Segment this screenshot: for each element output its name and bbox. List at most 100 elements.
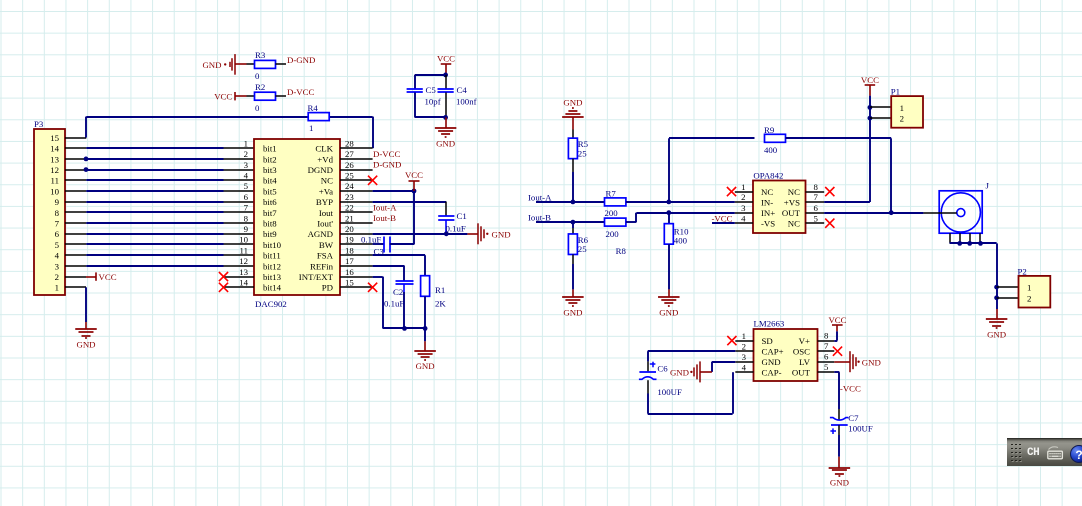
svg-text:P2: P2 xyxy=(1018,266,1027,276)
svg-text:8: 8 xyxy=(824,330,829,340)
svg-text:OUT: OUT xyxy=(782,208,801,218)
svg-text:NC: NC xyxy=(321,176,333,186)
svg-text:R1: R1 xyxy=(435,285,445,295)
svg-text:2K: 2K xyxy=(435,299,446,309)
svg-text:GND: GND xyxy=(659,307,678,317)
svg-text:C6: C6 xyxy=(657,363,668,373)
svg-text:D-GND: D-GND xyxy=(373,160,401,170)
svg-text:26: 26 xyxy=(345,160,354,170)
svg-text:DGND: DGND xyxy=(308,165,333,175)
svg-text:GND: GND xyxy=(563,97,582,107)
svg-text:-VCC: -VCC xyxy=(840,384,861,394)
svg-text:19: 19 xyxy=(345,235,354,245)
svg-text:+Va: +Va xyxy=(319,186,333,196)
svg-text:-VCC: -VCC xyxy=(712,213,733,223)
svg-text:3: 3 xyxy=(244,160,249,170)
svg-text:0: 0 xyxy=(255,71,260,81)
svg-text:SD: SD xyxy=(762,336,773,346)
svg-text:11: 11 xyxy=(51,176,59,186)
svg-text:11: 11 xyxy=(240,245,248,255)
svg-text:0.1uF: 0.1uF xyxy=(446,224,466,234)
svg-text:100UF: 100UF xyxy=(657,387,682,397)
svg-text:VCC: VCC xyxy=(437,53,455,63)
svg-text:4: 4 xyxy=(741,213,746,223)
svg-text:bit14: bit14 xyxy=(263,283,282,293)
svg-text:GND: GND xyxy=(416,361,435,371)
svg-text:VCC: VCC xyxy=(861,75,879,85)
svg-text:+VS: +VS xyxy=(784,197,800,207)
svg-text:bit9: bit9 xyxy=(263,229,277,239)
svg-text:8: 8 xyxy=(814,182,819,192)
svg-text:Iout': Iout' xyxy=(317,219,333,229)
svg-text:14: 14 xyxy=(50,144,59,154)
svg-text:OUT: OUT xyxy=(792,368,811,378)
svg-text:25: 25 xyxy=(578,148,587,158)
svg-text:bit4: bit4 xyxy=(263,176,277,186)
svg-text:GND: GND xyxy=(987,330,1006,340)
svg-text:1: 1 xyxy=(55,283,59,293)
svg-text:16: 16 xyxy=(345,267,354,277)
svg-text:1: 1 xyxy=(900,103,904,113)
svg-text:21: 21 xyxy=(345,213,354,223)
svg-text:GND: GND xyxy=(862,357,881,367)
svg-text:R9: R9 xyxy=(764,125,775,135)
svg-text:200: 200 xyxy=(605,208,619,218)
svg-text:2: 2 xyxy=(55,272,59,282)
svg-text:12: 12 xyxy=(239,256,248,266)
svg-text:1: 1 xyxy=(742,331,746,341)
svg-text:Iout-B: Iout-B xyxy=(373,213,396,223)
svg-text:200: 200 xyxy=(606,229,620,239)
svg-text:C7: C7 xyxy=(848,413,859,423)
svg-text:OPA842: OPA842 xyxy=(753,171,783,181)
svg-text:3: 3 xyxy=(741,203,746,213)
svg-text:bit8: bit8 xyxy=(263,219,277,229)
svg-text:7: 7 xyxy=(55,219,60,229)
svg-text:J: J xyxy=(986,181,990,191)
svg-text:bit13: bit13 xyxy=(263,272,282,282)
svg-text:4: 4 xyxy=(55,251,60,261)
svg-text:1: 1 xyxy=(741,182,745,192)
svg-text:15: 15 xyxy=(345,278,354,288)
svg-text:C2: C2 xyxy=(393,287,403,297)
svg-text:GND: GND xyxy=(202,60,221,70)
svg-text:5: 5 xyxy=(244,181,249,191)
svg-text:FSA: FSA xyxy=(317,251,334,261)
svg-text:bit12: bit12 xyxy=(263,261,281,271)
svg-text:1: 1 xyxy=(309,123,313,133)
svg-text:10: 10 xyxy=(50,186,59,196)
svg-text:GND: GND xyxy=(762,357,781,367)
svg-text:5: 5 xyxy=(814,213,819,223)
svg-text:28: 28 xyxy=(345,138,354,148)
svg-text:IN-: IN- xyxy=(761,197,773,207)
svg-text:6: 6 xyxy=(244,192,249,202)
svg-text:10: 10 xyxy=(239,235,248,245)
svg-text:6: 6 xyxy=(55,229,60,239)
svg-text:5: 5 xyxy=(55,240,60,250)
svg-text:IN+: IN+ xyxy=(761,208,775,218)
svg-text:27: 27 xyxy=(345,149,354,159)
svg-text:VCC: VCC xyxy=(828,315,846,325)
svg-text:D-VCC: D-VCC xyxy=(287,87,315,97)
svg-text:7: 7 xyxy=(824,341,829,351)
svg-text:25: 25 xyxy=(578,244,587,254)
svg-text:bit11: bit11 xyxy=(263,251,281,261)
svg-text:7: 7 xyxy=(814,192,819,202)
svg-text:8: 8 xyxy=(55,208,60,218)
svg-text:CAP+: CAP+ xyxy=(762,347,784,357)
svg-text:bit5: bit5 xyxy=(263,186,277,196)
svg-text:P3: P3 xyxy=(34,119,44,129)
svg-text:bit3: bit3 xyxy=(263,165,277,175)
svg-text:1: 1 xyxy=(244,138,248,148)
svg-text:9: 9 xyxy=(55,197,60,207)
svg-text:15: 15 xyxy=(50,133,59,143)
svg-text:LV: LV xyxy=(799,357,811,367)
svg-text:400: 400 xyxy=(674,235,688,245)
svg-text:OSC: OSC xyxy=(793,347,810,357)
svg-text:bit1: bit1 xyxy=(263,144,277,154)
svg-text:12: 12 xyxy=(50,165,59,175)
svg-text:R4: R4 xyxy=(308,103,319,113)
svg-text:R2: R2 xyxy=(255,82,265,92)
svg-text:GND: GND xyxy=(830,478,849,488)
svg-text:C5: C5 xyxy=(426,85,437,95)
svg-text:BYP: BYP xyxy=(316,197,333,207)
